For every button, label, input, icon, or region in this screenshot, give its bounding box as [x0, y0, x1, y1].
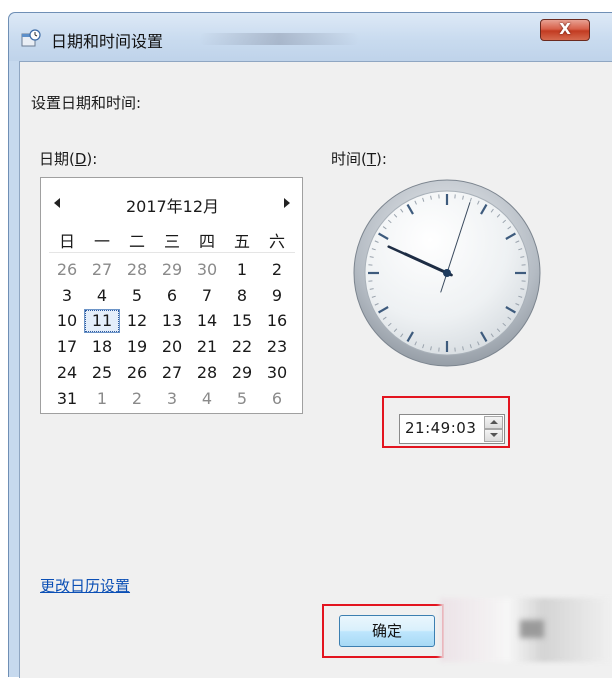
- calendar-day[interactable]: 29: [224, 361, 260, 385]
- calendar-day[interactable]: 5: [224, 387, 260, 411]
- calendar-day[interactable]: 28: [119, 258, 155, 282]
- ok-button[interactable]: 确定: [339, 615, 435, 647]
- calendar-day[interactable]: 22: [224, 335, 260, 359]
- calendar-day[interactable]: 5: [119, 284, 155, 308]
- calendar-day[interactable]: 11: [84, 309, 120, 333]
- calendar-day[interactable]: 1: [224, 258, 260, 282]
- weekday-header: 日: [49, 230, 85, 254]
- window-title: 日期和时间设置: [51, 28, 163, 52]
- calendar-day[interactable]: 2: [259, 258, 295, 282]
- calendar-day[interactable]: 17: [49, 335, 85, 359]
- spin-up-button[interactable]: [484, 416, 503, 429]
- calendar-day[interactable]: 4: [84, 284, 120, 308]
- calendar-day[interactable]: 30: [189, 258, 225, 282]
- calendar-day[interactable]: 16: [259, 309, 295, 333]
- calendar-day[interactable]: 28: [189, 361, 225, 385]
- calendar-day[interactable]: 26: [49, 258, 85, 282]
- weekday-header: 一: [84, 230, 120, 254]
- calendar-day[interactable]: 13: [154, 309, 190, 333]
- clock-center: [443, 269, 451, 277]
- calendar-clock-icon: [21, 29, 41, 47]
- time-input[interactable]: 21:49:03: [399, 414, 505, 444]
- analog-clock: [352, 178, 542, 368]
- instruction-text: 设置日期和时间:: [31, 92, 141, 113]
- calendar-day[interactable]: 24: [49, 361, 85, 385]
- month-calendar[interactable]: 2017年12月 日一二三四五六262728293012345678910111…: [40, 177, 303, 414]
- calendar-day[interactable]: 3: [49, 284, 85, 308]
- weekday-header: 二: [119, 230, 155, 254]
- calendar-day[interactable]: 3: [154, 387, 190, 411]
- time-label: 时间(T):: [331, 148, 387, 169]
- calendar-day[interactable]: 4: [189, 387, 225, 411]
- calendar-day[interactable]: 30: [259, 361, 295, 385]
- calendar-day[interactable]: 15: [224, 309, 260, 333]
- time-value[interactable]: 21:49:03: [405, 419, 476, 437]
- calendar-day[interactable]: 27: [84, 258, 120, 282]
- calendar-day[interactable]: 19: [119, 335, 155, 359]
- calendar-month-title[interactable]: 2017年12月: [41, 193, 304, 217]
- calendar-day[interactable]: 23: [259, 335, 295, 359]
- title-bar[interactable]: 日期和时间设置 X: [9, 13, 612, 61]
- weekday-header: 五: [224, 230, 260, 254]
- calendar-day[interactable]: 6: [154, 284, 190, 308]
- weekday-header: 六: [259, 230, 295, 254]
- blurred-patch: [520, 620, 544, 638]
- calendar-day[interactable]: 14: [189, 309, 225, 333]
- change-calendar-settings-link[interactable]: 更改日历设置: [40, 575, 130, 596]
- calendar-day[interactable]: 25: [84, 361, 120, 385]
- date-label: 日期(D):: [39, 148, 97, 169]
- calendar-day[interactable]: 29: [154, 258, 190, 282]
- calendar-day[interactable]: 18: [84, 335, 120, 359]
- blurred-title-area: [199, 33, 359, 45]
- calendar-day[interactable]: 10: [49, 309, 85, 333]
- calendar-day[interactable]: 9: [259, 284, 295, 308]
- next-month-arrow-icon[interactable]: [284, 198, 290, 208]
- calendar-day[interactable]: 12: [119, 309, 155, 333]
- calendar-day[interactable]: 20: [154, 335, 190, 359]
- calendar-day[interactable]: 27: [154, 361, 190, 385]
- calendar-day[interactable]: 21: [189, 335, 225, 359]
- calendar-day[interactable]: 26: [119, 361, 155, 385]
- close-button[interactable]: X: [540, 19, 590, 41]
- weekday-header: 四: [189, 230, 225, 254]
- calendar-day[interactable]: 2: [119, 387, 155, 411]
- calendar-day[interactable]: 8: [224, 284, 260, 308]
- weekday-header: 三: [154, 230, 190, 254]
- calendar-day[interactable]: 31: [49, 387, 85, 411]
- calendar-day[interactable]: 1: [84, 387, 120, 411]
- calendar-day[interactable]: 7: [189, 284, 225, 308]
- calendar-day[interactable]: 6: [259, 387, 295, 411]
- spin-down-button[interactable]: [484, 429, 503, 442]
